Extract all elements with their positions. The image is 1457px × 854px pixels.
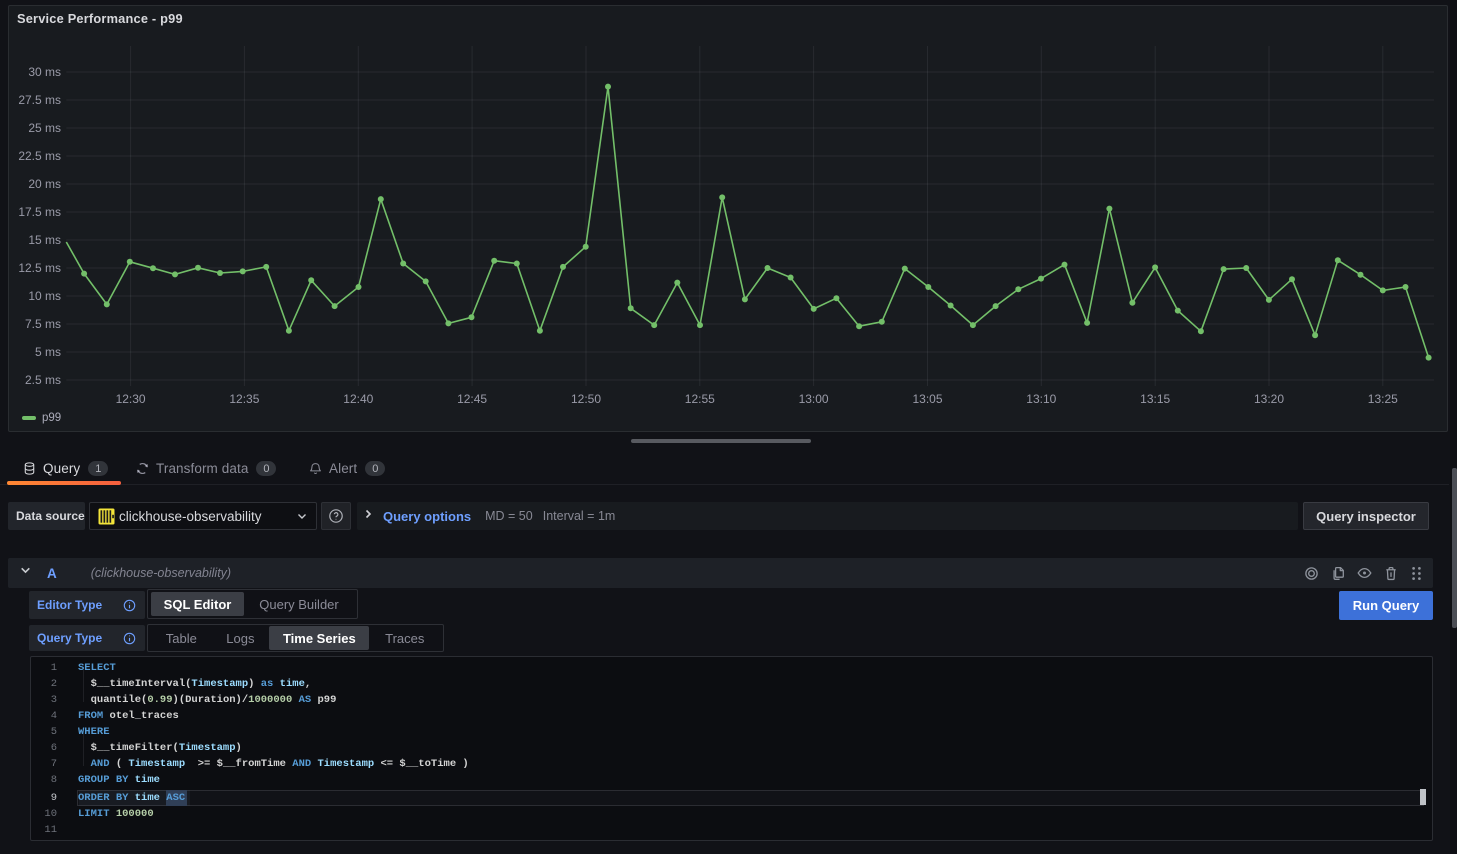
svg-text:12:45: 12:45 (457, 392, 487, 406)
svg-text:12:35: 12:35 (229, 392, 259, 406)
svg-text:12:55: 12:55 (685, 392, 715, 406)
svg-text:13:05: 13:05 (912, 392, 942, 406)
svg-text:13:25: 13:25 (1368, 392, 1398, 406)
svg-text:12:50: 12:50 (571, 392, 601, 406)
svg-text:27.5 ms: 27.5 ms (18, 93, 61, 107)
svg-text:20 ms: 20 ms (28, 177, 61, 191)
svg-text:15 ms: 15 ms (28, 233, 61, 247)
svg-text:12:40: 12:40 (343, 392, 373, 406)
svg-text:13:10: 13:10 (1026, 392, 1056, 406)
svg-text:7.5 ms: 7.5 ms (25, 317, 61, 331)
svg-text:10 ms: 10 ms (28, 289, 61, 303)
svg-text:22.5 ms: 22.5 ms (18, 149, 61, 163)
svg-text:13:20: 13:20 (1254, 392, 1284, 406)
svg-text:17.5 ms: 17.5 ms (18, 205, 61, 219)
svg-text:13:00: 13:00 (799, 392, 829, 406)
svg-text:2.5 ms: 2.5 ms (25, 373, 61, 387)
svg-text:30 ms: 30 ms (28, 65, 61, 79)
svg-text:12:30: 12:30 (116, 392, 146, 406)
svg-text:25 ms: 25 ms (28, 121, 61, 135)
svg-text:5 ms: 5 ms (35, 345, 61, 359)
svg-text:13:15: 13:15 (1140, 392, 1170, 406)
svg-text:12.5 ms: 12.5 ms (18, 261, 61, 275)
